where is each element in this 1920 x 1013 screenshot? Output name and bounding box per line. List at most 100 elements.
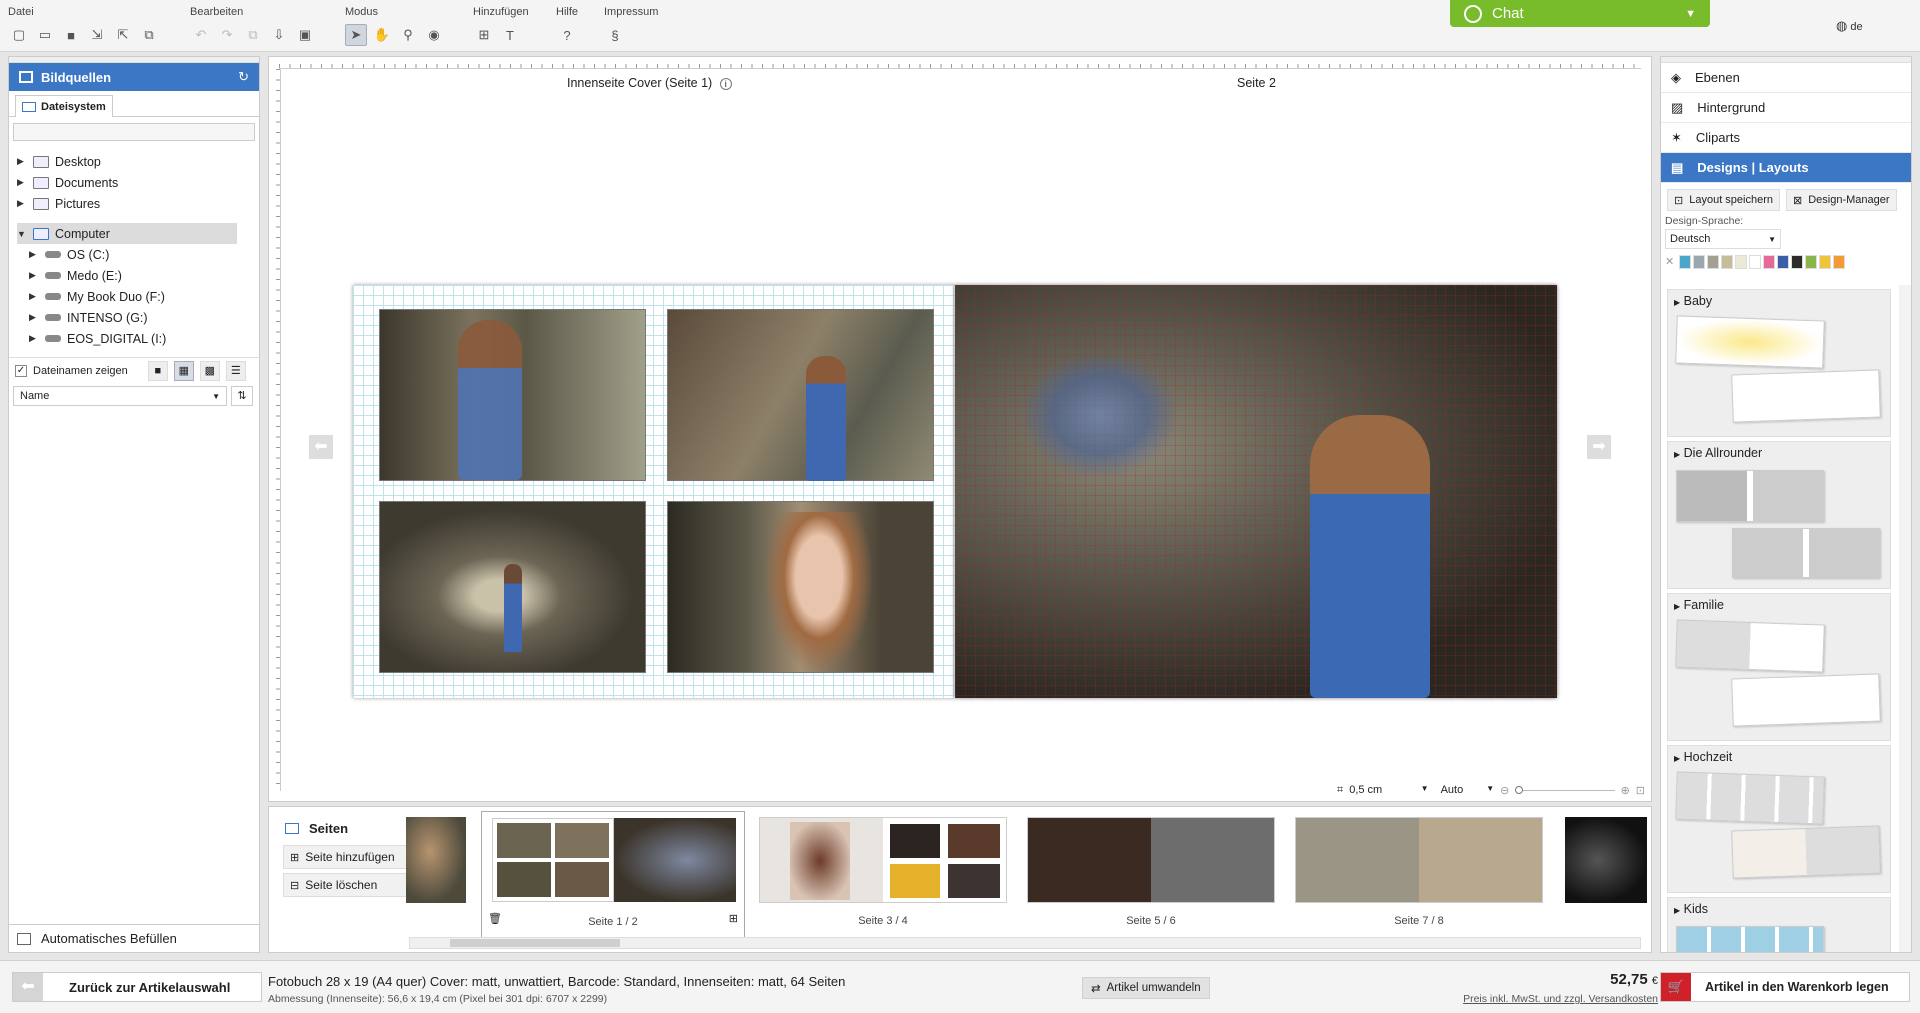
grid-icon[interactable]: ⌗: [1337, 784, 1343, 797]
prev-spread-button[interactable]: ⬅: [309, 435, 333, 459]
tree-item-drive[interactable]: ▶ INTENSO (G:): [29, 307, 251, 328]
save-layout-button[interactable]: ⊡ Layout speichern: [1667, 189, 1780, 211]
editor-canvas[interactable]: Innenseite Cover (Seite 1) i Seite 2 ⬅ ➡…: [268, 56, 1652, 802]
collapse-icon[interactable]: ▼: [17, 229, 27, 239]
design-panel-scrollbar[interactable]: [1899, 285, 1911, 952]
export-icon[interactable]: ⇲: [86, 24, 108, 46]
view-small-icon[interactable]: ▩: [199, 360, 220, 381]
tree-item-drive[interactable]: ▶ OS (C:): [29, 244, 251, 265]
add-to-cart-button[interactable]: 🛒 Artikel in den Warenkorb legen: [1660, 972, 1910, 1002]
view-list-icon[interactable]: ☰: [225, 360, 246, 381]
view-medium-icon[interactable]: ▦: [173, 360, 194, 381]
price-note-link[interactable]: Preis inkl. MwSt. und zzgl. Versandkoste…: [1463, 993, 1658, 1005]
fit-page-icon[interactable]: ⊡: [1636, 784, 1645, 797]
tree-item-drive[interactable]: ▶ Medo (E:): [29, 265, 251, 286]
expand-icon[interactable]: ▶: [29, 312, 39, 323]
strip-scrollbar[interactable]: [409, 937, 1641, 949]
slider-handle[interactable]: [1515, 785, 1524, 794]
design-category[interactable]: ▶ Familie: [1667, 593, 1891, 741]
color-swatch[interactable]: [1833, 255, 1845, 269]
photo-frame[interactable]: [379, 501, 646, 673]
left-page[interactable]: [353, 285, 955, 698]
color-swatch[interactable]: [1805, 255, 1817, 269]
spread-thumb[interactable]: [1027, 817, 1275, 903]
tree-item-documents[interactable]: ▶ Documents: [17, 172, 251, 193]
photo-frame[interactable]: [667, 309, 934, 481]
grid-size-select[interactable]: 0,5 cm ▼: [1349, 784, 1428, 796]
design-category[interactable]: ▶ Die Allrounder: [1667, 441, 1891, 589]
zoom-slider[interactable]: [1515, 785, 1615, 794]
chat-button[interactable]: Chat ▼: [1450, 0, 1710, 27]
color-swatch[interactable]: [1763, 255, 1775, 269]
spread-thumb[interactable]: [1295, 817, 1543, 903]
pointer-icon[interactable]: ➤: [345, 24, 367, 46]
zoom-in-icon[interactable]: ⊕: [1621, 784, 1630, 797]
open-folder-icon[interactable]: ▭: [34, 24, 56, 46]
preview-icon[interactable]: ⧉: [138, 24, 160, 46]
expand-icon[interactable]: ▶: [17, 198, 27, 209]
right-page[interactable]: [955, 285, 1557, 698]
color-swatch[interactable]: [1819, 255, 1831, 269]
color-swatch[interactable]: [1679, 255, 1691, 269]
next-spread-button[interactable]: ➡: [1587, 435, 1611, 459]
tree-item-desktop[interactable]: ▶ Desktop: [17, 151, 251, 172]
refresh-icon[interactable]: ↻: [238, 69, 249, 85]
imprint-icon[interactable]: §: [604, 24, 626, 46]
eye-icon[interactable]: ◉: [423, 24, 445, 46]
show-filenames-checkbox[interactable]: ✓: [15, 364, 27, 377]
sort-direction-icon[interactable]: ⇅: [231, 386, 253, 406]
spread-thumb-selected[interactable]: 🗑 Seite 1 / 2 ⊞: [481, 811, 745, 939]
add-text-icon[interactable]: T: [499, 24, 521, 46]
save-icon[interactable]: ■: [60, 24, 82, 46]
redo-icon[interactable]: ↷: [216, 24, 238, 46]
path-input[interactable]: [13, 123, 255, 141]
color-swatch[interactable]: [1721, 255, 1733, 269]
tree-item-computer[interactable]: ▼ Computer: [17, 223, 237, 244]
zoom-out-icon[interactable]: ⊖: [1500, 784, 1509, 797]
expand-icon[interactable]: ▶: [29, 333, 39, 344]
expand-icon[interactable]: ▶: [29, 291, 39, 302]
design-thumb[interactable]: [1731, 825, 1881, 879]
back-button[interactable]: ⬅ Zurück zur Artikelauswahl: [12, 972, 262, 1002]
panel-item-designs[interactable]: ▤ Designs | Layouts: [1661, 153, 1911, 183]
panel-item-cliparts[interactable]: ✶ Cliparts: [1661, 123, 1911, 153]
add-image-box-icon[interactable]: ⊞: [473, 24, 495, 46]
expand-icon[interactable]: ▶: [17, 156, 27, 167]
expand-icon[interactable]: ▶: [29, 249, 39, 260]
design-thumb[interactable]: [1676, 470, 1824, 522]
color-swatch[interactable]: [1707, 255, 1719, 269]
expand-icon[interactable]: ▶: [29, 270, 39, 281]
auto-fill-button[interactable]: Automatisches Befüllen: [9, 924, 259, 952]
expand-icon[interactable]: ▶: [17, 177, 27, 188]
tree-item-drive[interactable]: ▶ My Book Duo (F:): [29, 286, 251, 307]
image-edit-icon[interactable]: ▣: [294, 24, 316, 46]
panel-item-layers[interactable]: ◈ Ebenen: [1661, 63, 1911, 93]
add-after-icon[interactable]: ⊞: [729, 912, 738, 925]
color-swatch[interactable]: [1735, 255, 1747, 269]
copy-icon[interactable]: ⧉: [242, 24, 264, 46]
spread-thumb[interactable]: [759, 817, 1007, 903]
zoom-icon[interactable]: ⚲: [397, 24, 419, 46]
color-swatch[interactable]: [1749, 255, 1761, 269]
sort-select[interactable]: Name ▼: [13, 386, 227, 406]
tree-item-drive[interactable]: ▶ EOS_DIGITAL (I:): [29, 328, 251, 349]
design-category[interactable]: ▶ Baby: [1667, 289, 1891, 437]
spread-thumb-partial[interactable]: [1565, 817, 1647, 903]
tab-filesystem[interactable]: Dateisystem: [15, 95, 113, 117]
new-file-icon[interactable]: ▢: [8, 24, 30, 46]
design-lang-select[interactable]: Deutsch ▼: [1665, 229, 1781, 249]
design-thumb[interactable]: [1675, 619, 1825, 673]
color-swatch[interactable]: [1791, 255, 1803, 269]
design-category[interactable]: ▶ Kids: [1667, 897, 1891, 952]
color-swatch[interactable]: [1693, 255, 1705, 269]
view-large-icon[interactable]: ■: [147, 360, 168, 381]
design-thumb[interactable]: [1675, 315, 1825, 369]
design-thumb[interactable]: [1675, 771, 1825, 825]
photo-frame[interactable]: [379, 309, 646, 481]
panel-item-background[interactable]: ▨ Hintergrund: [1661, 93, 1911, 123]
scrollbar-thumb[interactable]: [450, 939, 620, 947]
clear-filter-icon[interactable]: ✕: [1665, 255, 1677, 269]
language-switch[interactable]: ◍ de: [1836, 18, 1863, 34]
design-thumb[interactable]: [1731, 673, 1881, 727]
design-category[interactable]: ▶ Hochzeit: [1667, 745, 1891, 893]
